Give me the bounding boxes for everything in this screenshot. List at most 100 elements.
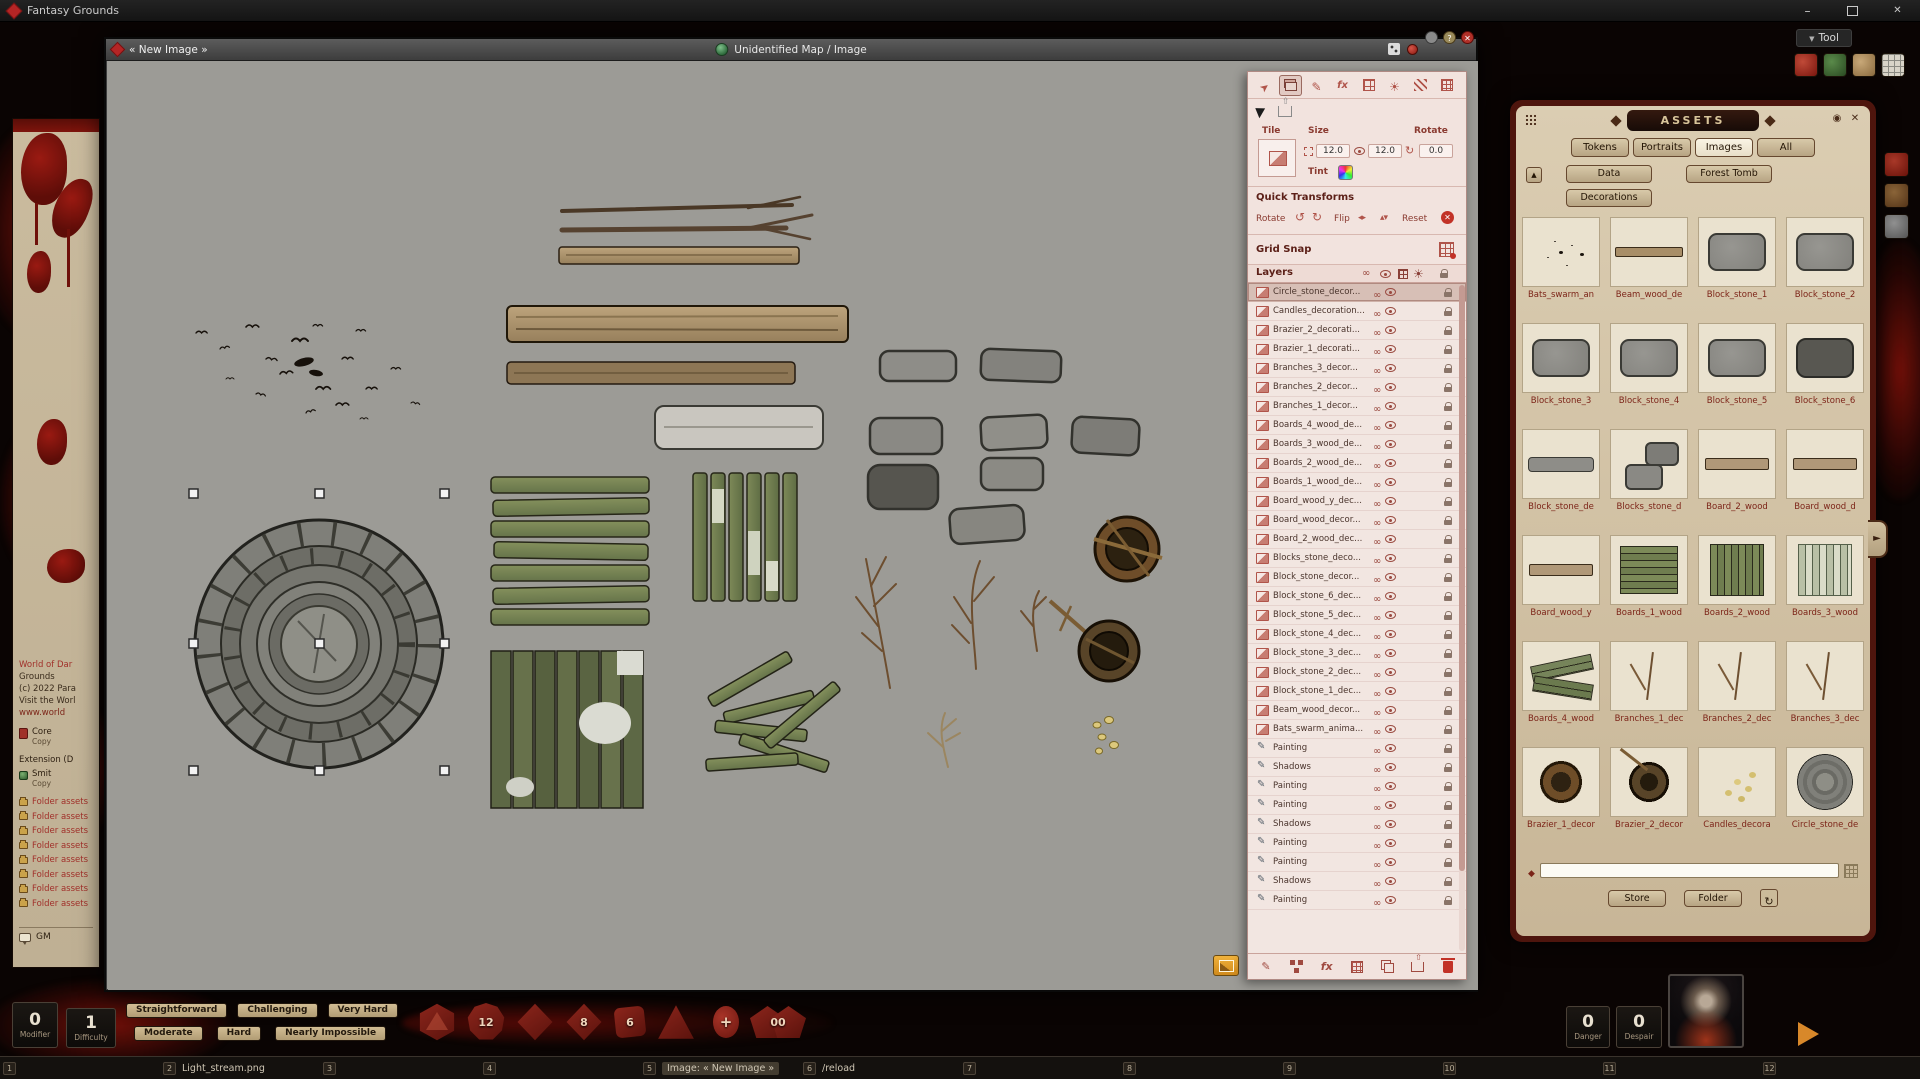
asset-item[interactable]: Branches_3_dec	[1782, 641, 1868, 745]
map-window-titlebar[interactable]: « New Image » Unidentified Map / Image	[106, 39, 1476, 61]
asset-item[interactable]: Boards_4_wood	[1518, 641, 1604, 745]
layer-visibility-icon[interactable]	[1385, 820, 1396, 828]
lock-all-icon[interactable]	[1440, 269, 1448, 278]
layer-link-icon[interactable]	[1373, 511, 1381, 530]
modifier-box[interactable]: 0 Modifier	[12, 1002, 58, 1048]
canvas-asset-brazier-1[interactable]	[1094, 517, 1162, 581]
layer-visibility-icon[interactable]	[1385, 801, 1396, 809]
layer-lock-icon[interactable]	[1444, 478, 1452, 487]
layer-lock-icon[interactable]	[1444, 326, 1452, 335]
layer-link-icon[interactable]	[1373, 416, 1381, 435]
assets-search-input[interactable]	[1540, 863, 1839, 878]
layer-link-icon[interactable]	[1373, 663, 1381, 682]
hotbar-slot[interactable]: 6 /reload	[800, 1057, 960, 1079]
layer-lock-icon[interactable]	[1444, 288, 1452, 297]
layer-row[interactable]: Branches_2_decor...	[1248, 378, 1466, 397]
canvas-asset-board-wood[interactable]	[559, 247, 799, 264]
layer-lock-icon[interactable]	[1444, 307, 1452, 316]
folder-assets-item[interactable]: Folder assets	[19, 897, 88, 912]
layer-row[interactable]: Shadows	[1248, 815, 1466, 834]
layer-row[interactable]: Block_stone_1_dec...	[1248, 682, 1466, 701]
die[interactable]: 12	[463, 999, 509, 1045]
die[interactable]: +	[706, 999, 746, 1045]
layer-visibility-icon[interactable]	[1385, 440, 1396, 448]
close-button[interactable]	[1875, 0, 1920, 21]
asset-item[interactable]: Branches_1_dec	[1606, 641, 1692, 745]
die[interactable]	[414, 999, 460, 1045]
layer-row[interactable]: Painting	[1248, 796, 1466, 815]
folder-assets-item[interactable]: Folder assets	[19, 853, 88, 868]
layer-visibility-icon[interactable]	[1385, 763, 1396, 771]
layer-lock-icon[interactable]	[1444, 839, 1452, 848]
layer-lock-icon[interactable]	[1444, 345, 1452, 354]
hotbar-slot[interactable]: 1	[0, 1057, 160, 1079]
paint-brush-icon[interactable]	[1305, 75, 1328, 96]
canvas-asset-branches-light[interactable]	[928, 713, 960, 767]
layer-visibility-icon[interactable]	[1385, 383, 1396, 391]
layer-link-icon[interactable]	[1373, 701, 1381, 720]
asset-item[interactable]: Circle_stone_de	[1782, 747, 1868, 851]
layer-row[interactable]: Boards_4_wood_de...	[1248, 416, 1466, 435]
hotbar-slot[interactable]: 2 Light_stream.png	[160, 1057, 320, 1079]
layer-visibility-icon[interactable]	[1385, 858, 1396, 866]
layer-row[interactable]: Block_stone_decor...	[1248, 568, 1466, 587]
layer-visibility-icon[interactable]	[1385, 573, 1396, 581]
filter-category-button[interactable]: Decorations	[1566, 189, 1652, 207]
layer-visibility-icon[interactable]	[1385, 326, 1396, 334]
close-map-icon[interactable]	[1461, 31, 1474, 44]
layer-row[interactable]: Painting	[1248, 777, 1466, 796]
layer-lock-icon[interactable]	[1444, 763, 1452, 772]
layer-row[interactable]: Painting	[1248, 891, 1466, 910]
layer-link-icon[interactable]	[1373, 720, 1381, 739]
canvas-asset-stone-slab[interactable]	[655, 406, 823, 449]
folder-assets-item[interactable]: Folder assets	[19, 795, 88, 810]
link-all-icon[interactable]	[1362, 268, 1370, 279]
play-icon[interactable]	[1798, 1022, 1819, 1046]
layer-link-icon[interactable]	[1373, 359, 1381, 378]
eye-icon[interactable]	[1354, 147, 1365, 155]
dice-roll-icon[interactable]	[1388, 43, 1400, 55]
portraits-icon[interactable]	[1852, 53, 1876, 77]
layer-lock-icon[interactable]	[1444, 801, 1452, 810]
canvas-asset-candles[interactable]	[1093, 717, 1119, 755]
folder-assets-item[interactable]: Folder assets	[19, 882, 88, 897]
layer-visibility-icon[interactable]	[1385, 839, 1396, 847]
hotbar-slot[interactable]: 9	[1280, 1057, 1440, 1079]
edit-layer-icon[interactable]: ✎	[1258, 959, 1274, 974]
select-tool-icon[interactable]	[1253, 75, 1276, 96]
filter-data-button[interactable]: Data	[1566, 165, 1652, 183]
asset-item[interactable]: Brazier_1_decor	[1518, 747, 1604, 851]
layer-lock-icon[interactable]	[1444, 725, 1452, 734]
layer-visibility-icon[interactable]	[1385, 744, 1396, 752]
layer-lock-icon[interactable]	[1444, 535, 1452, 544]
layer-link-icon[interactable]	[1373, 492, 1381, 511]
die[interactable]: 6	[610, 1000, 650, 1044]
layer-row[interactable]: Circle_stone_decor...	[1248, 283, 1466, 302]
layer-row[interactable]: Boards_1_wood_de...	[1248, 473, 1466, 492]
hotbar-slot[interactable]: 4	[480, 1057, 640, 1079]
record-icon[interactable]	[1407, 44, 1418, 55]
gm-chat-row[interactable]: GM	[19, 927, 93, 942]
asset-item[interactable]: Block_stone_5	[1694, 323, 1780, 427]
layer-lock-icon[interactable]	[1444, 592, 1452, 601]
pin-window-icon[interactable]	[1831, 113, 1843, 125]
layer-link-icon[interactable]	[1373, 549, 1381, 568]
asset-item[interactable]: Block_stone_2	[1782, 217, 1868, 321]
layer-lock-icon[interactable]	[1444, 706, 1452, 715]
layer-link-icon[interactable]	[1373, 682, 1381, 701]
layer-lock-icon[interactable]	[1444, 364, 1452, 373]
assets-tab[interactable]: Images	[1695, 138, 1753, 157]
layer-lock-icon[interactable]	[1444, 402, 1452, 411]
hotbar-slot[interactable]: 12	[1760, 1057, 1920, 1079]
layer-visibility-icon[interactable]	[1385, 706, 1396, 714]
layer-link-icon[interactable]	[1373, 568, 1381, 587]
asset-item[interactable]: Board_2_wood	[1694, 429, 1780, 533]
layer-lock-icon[interactable]	[1444, 383, 1452, 392]
layer-visibility-icon[interactable]	[1385, 592, 1396, 600]
layer-visibility-icon[interactable]	[1385, 402, 1396, 410]
layer-link-icon[interactable]	[1373, 340, 1381, 359]
canvas-asset-branches[interactable]	[856, 557, 1046, 688]
layer-row[interactable]: Board_wood_y_dec...	[1248, 492, 1466, 511]
die[interactable]: 8	[561, 999, 607, 1045]
asset-item[interactable]: Block_stone_1	[1694, 217, 1780, 321]
